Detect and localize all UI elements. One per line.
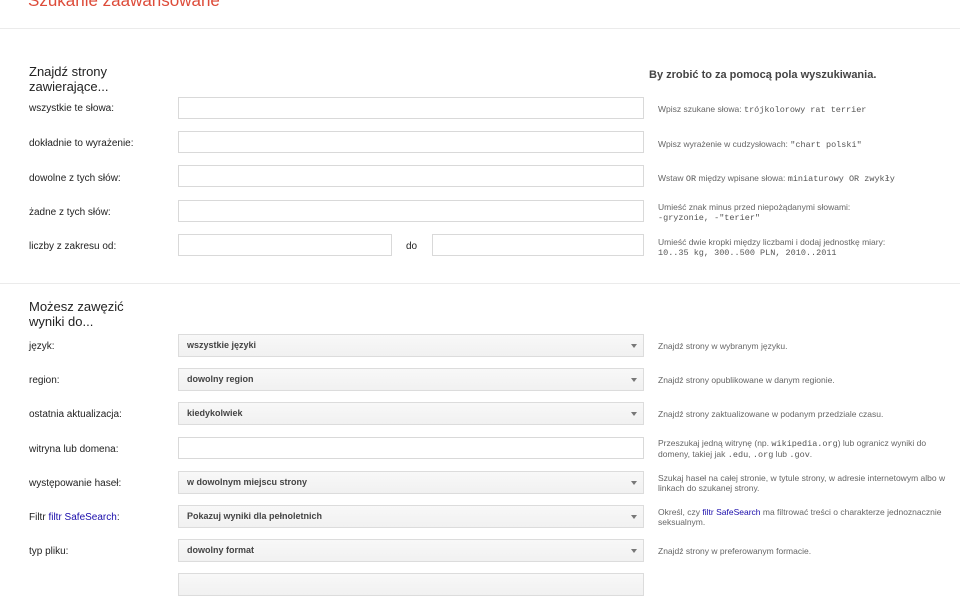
none-words-input[interactable] [178, 200, 644, 222]
site-domain-label: witryna lub domena: [29, 444, 119, 455]
chevron-down-icon [631, 549, 637, 553]
safesearch-label-link[interactable]: filtr SafeSearch [48, 512, 116, 523]
chevron-down-icon [631, 481, 637, 485]
region-label: region: [29, 375, 60, 386]
last-update-select-value: kiedykolwiek [187, 408, 243, 418]
language-label: język: [29, 341, 55, 352]
safesearch-select-value: Pokazuj wyniki dla pełnoletnich [187, 511, 323, 521]
region-hint: Znajdź strony opublikowane w danym regio… [658, 375, 835, 385]
language-select[interactable]: wszystkie języki [178, 334, 644, 357]
number-range-hint: Umieść dwie kropki między liczbami i dod… [658, 237, 886, 258]
narrow-section-heading: Możesz zawęzić wyniki do... [29, 299, 124, 329]
section-divider [0, 283, 960, 284]
terms-appearing-hint: Szukaj haseł na całej stronie, w tytule … [658, 473, 946, 493]
next-row-select[interactable] [178, 573, 644, 596]
none-words-label: żadne z tych słów: [29, 207, 111, 218]
language-hint: Znajdź strony w wybranym języku. [658, 341, 788, 351]
all-words-label: wszystkie te słowa: [29, 103, 115, 114]
site-domain-hint: Przeszukaj jedną witrynę (np. wikipedia.… [658, 438, 927, 460]
all-words-hint: Wpisz szukane słowa: trójkolorowy rat te… [658, 104, 867, 115]
safesearch-select[interactable]: Pokazuj wyniki dla pełnoletnich [178, 505, 644, 528]
safesearch-hint-link[interactable]: filtr SafeSearch [702, 507, 760, 517]
file-type-label: typ pliku: [29, 546, 69, 557]
file-type-select-value: dowolny format [187, 545, 254, 555]
header-divider [0, 28, 960, 29]
exact-phrase-hint: Wpisz wyrażenie w cudzysłowach: "chart p… [658, 139, 862, 150]
exact-phrase-input[interactable] [178, 131, 644, 153]
chevron-down-icon [631, 515, 637, 519]
site-domain-input[interactable] [178, 437, 644, 459]
safesearch-label: Filtr filtr SafeSearch: [29, 512, 120, 523]
region-select-value: dowolny region [187, 374, 254, 384]
any-words-label: dowolne z tych słów: [29, 173, 121, 184]
last-update-label: ostatnia aktualizacja: [29, 409, 122, 420]
region-select[interactable]: dowolny region [178, 368, 644, 391]
file-type-hint: Znajdź strony w preferowanym formacie. [658, 546, 812, 556]
last-update-select[interactable]: kiedykolwiek [178, 402, 644, 425]
chevron-down-icon [631, 344, 637, 348]
page-title: Szukanie zaawansowane [28, 0, 220, 10]
number-range-to-label: do [406, 241, 418, 252]
number-range-to-input[interactable] [432, 234, 644, 256]
search-box-heading: By zrobić to za pomocą pola wyszukiwania… [649, 69, 877, 81]
language-select-value: wszystkie języki [187, 340, 257, 350]
none-words-hint: Umieść znak minus przed niepożądanymi sł… [658, 202, 851, 223]
find-section-heading: Znajdź strony zawierające... [29, 64, 109, 94]
chevron-down-icon [631, 412, 637, 416]
any-words-hint: Wstaw OR między wpisane słowa: miniaturo… [658, 173, 895, 184]
any-words-input[interactable] [178, 165, 644, 187]
terms-appearing-select-value: w dowolnym miejscu strony [187, 477, 308, 487]
last-update-hint: Znajdź strony zaktualizowane w podanym p… [658, 409, 884, 419]
all-words-input[interactable] [178, 97, 644, 119]
safesearch-hint: Określ, czy filtr SafeSearch ma filtrowa… [658, 507, 942, 527]
terms-appearing-label: występowanie haseł: [29, 478, 122, 489]
exact-phrase-label: dokładnie to wyrażenie: [29, 138, 134, 149]
terms-appearing-select[interactable]: w dowolnym miejscu strony [178, 471, 644, 494]
number-range-from-input[interactable] [178, 234, 392, 256]
file-type-select[interactable]: dowolny format [178, 539, 644, 562]
number-range-label: liczby z zakresu od: [29, 241, 117, 252]
chevron-down-icon [631, 378, 637, 382]
